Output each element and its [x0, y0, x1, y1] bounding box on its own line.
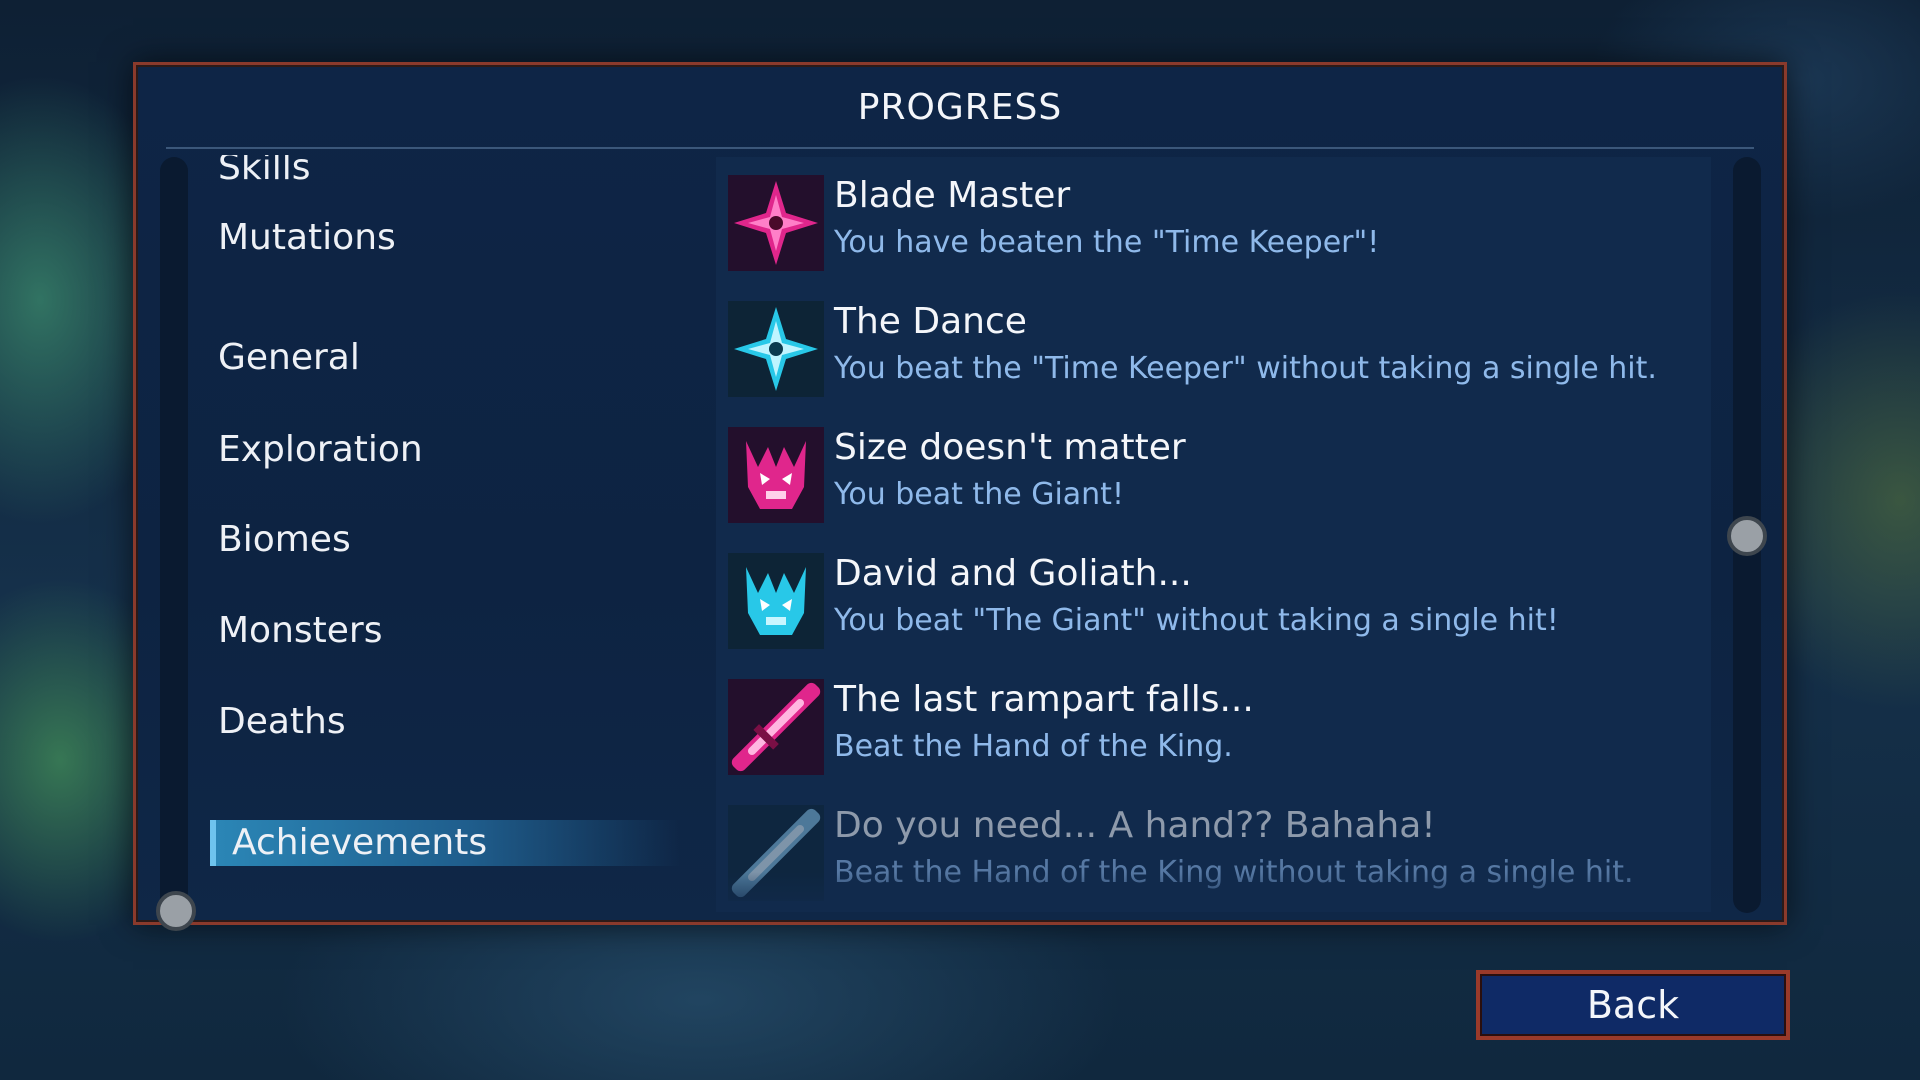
category-item-skills[interactable]: Skills — [218, 155, 310, 191]
category-item-monsters[interactable]: Monsters — [218, 608, 382, 654]
achievement-description: You beat the Giant! — [834, 477, 1124, 512]
category-scrollbar-handle[interactable] — [156, 891, 196, 931]
sword-pink-icon — [728, 679, 824, 775]
giant-pink-icon — [728, 427, 824, 523]
achievement-row[interactable]: Size doesn't matter You beat the Giant! — [728, 425, 1688, 535]
title-divider — [166, 147, 1754, 149]
achievement-name: David and Goliath... — [834, 553, 1192, 594]
list-fade-overlay — [716, 872, 1711, 912]
category-scrollbar-track[interactable] — [160, 157, 188, 913]
achievement-name: Do you need... A hand?? Bahaha! — [834, 805, 1436, 846]
back-button[interactable]: Back — [1476, 970, 1790, 1040]
achievement-row[interactable]: David and Goliath... You beat "The Giant… — [728, 551, 1688, 661]
achievement-description: You beat the "Time Keeper" without takin… — [834, 351, 1657, 386]
shuriken-pink-icon — [728, 175, 824, 271]
category-item-general[interactable]: General — [218, 335, 360, 381]
achievement-row[interactable]: The last rampart falls... Beat the Hand … — [728, 677, 1688, 787]
progress-window: PROGRESS Skills Mutations General Explor… — [133, 62, 1787, 931]
category-item-deaths[interactable]: Deaths — [218, 699, 346, 745]
achievement-description: You have beaten the "Time Keeper"! — [834, 225, 1380, 260]
achievement-scrollbar-handle[interactable] — [1727, 516, 1767, 556]
achievement-name: The last rampart falls... — [834, 679, 1254, 720]
category-item-exploration[interactable]: Exploration — [218, 427, 423, 473]
achievement-row[interactable]: Blade Master You have beaten the "Time K… — [728, 173, 1688, 283]
achievement-description: You beat "The Giant" without taking a si… — [834, 603, 1559, 638]
category-item-mutations[interactable]: Mutations — [218, 215, 396, 261]
achievement-list: Blade Master You have beaten the "Time K… — [716, 157, 1711, 912]
page-title: PROGRESS — [857, 87, 1063, 128]
giant-cyan-icon — [728, 553, 824, 649]
category-item-biomes[interactable]: Biomes — [218, 517, 351, 563]
achievement-name: The Dance — [834, 301, 1027, 342]
achievement-row[interactable]: The Dance You beat the "Time Keeper" wit… — [728, 299, 1688, 409]
achievement-description: Beat the Hand of the King. — [834, 729, 1233, 764]
achievement-name: Size doesn't matter — [834, 427, 1186, 468]
category-item-achievements[interactable]: Achievements — [210, 820, 680, 866]
achievement-name: Blade Master — [834, 175, 1071, 216]
shuriken-cyan-icon — [728, 301, 824, 397]
